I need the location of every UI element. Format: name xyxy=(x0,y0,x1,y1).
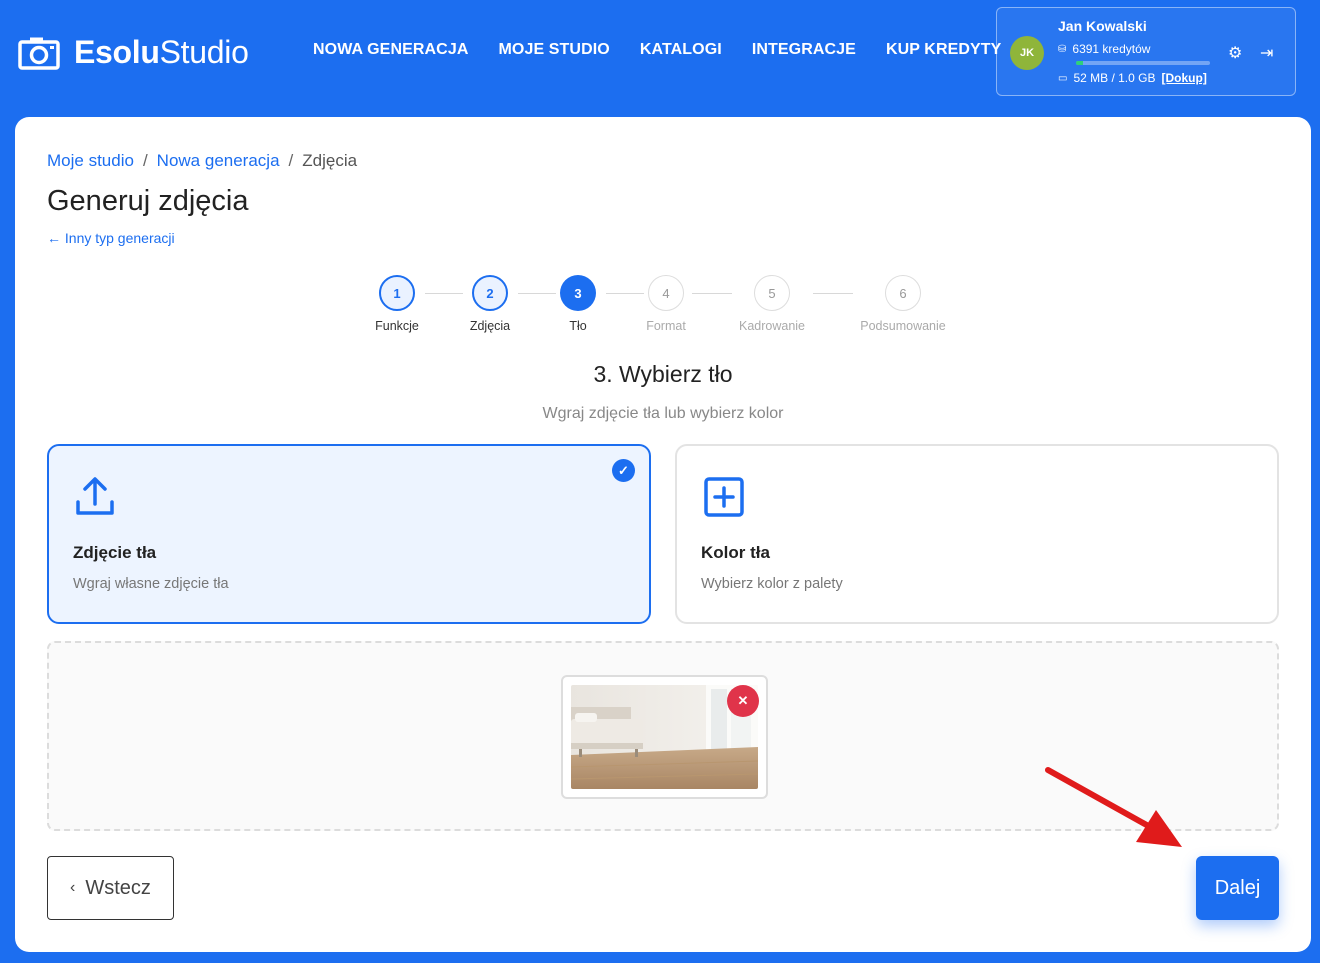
topup-link[interactable]: [Dokup] xyxy=(1162,71,1207,85)
step-2[interactable]: 2 Zdjęcia xyxy=(440,275,540,333)
nav-my-studio[interactable]: MOJE STUDIO xyxy=(499,41,610,59)
avatar[interactable]: JK xyxy=(1010,36,1044,70)
breadcrumb: Moje studio / Nowa generacja / Zdjęcia xyxy=(47,151,357,171)
remove-image-button[interactable]: ✕ xyxy=(727,685,759,717)
option-description: Wgraj własne zdjęcie tła xyxy=(73,576,229,592)
step-label: Kadrowanie xyxy=(738,319,805,333)
credits-value: 6391 kredytów xyxy=(1072,42,1151,56)
brand-name: EsoluStudio xyxy=(74,34,249,70)
breadcrumb-separator: / xyxy=(288,151,294,170)
option-title: Zdjęcie tła xyxy=(73,543,157,562)
nav-buy-credits[interactable]: KUP KREDYTY xyxy=(886,41,1002,59)
section-title: 3. Wybierz tło xyxy=(593,361,733,387)
section-subtitle: Wgraj zdjęcie tła lub wybierz kolor xyxy=(542,405,784,422)
step-number: 5 xyxy=(754,275,790,311)
credits-info: ⛁ 6391 kredytów xyxy=(1058,42,1150,56)
gear-icon[interactable]: ⚙ xyxy=(1228,43,1242,63)
step-number: 4 xyxy=(648,275,684,311)
step-1[interactable]: 1 Funkcje xyxy=(347,275,447,333)
step-5: 5 Kadrowanie xyxy=(722,275,822,333)
step-label: Zdjęcia xyxy=(469,319,511,333)
plus-square-icon xyxy=(701,474,745,523)
user-panel: JK Jan Kowalski ⛁ 6391 kredytów ▭ 52 MB … xyxy=(996,7,1296,96)
nav-integrations[interactable]: INTEGRACJE xyxy=(752,41,856,59)
chevron-left-icon: ‹ xyxy=(70,879,76,896)
storage-bar-fill xyxy=(1076,61,1083,65)
step-number: 6 xyxy=(885,275,921,311)
option-background-photo[interactable]: ✓ Zdjęcie tła Wgraj własne zdjęcie tła xyxy=(47,444,651,624)
next-button-label: Dalej xyxy=(1214,876,1261,899)
top-header: EsoluStudio NOWA GENERACJA MOJE STUDIO K… xyxy=(0,0,1320,105)
option-description: Wybierz kolor z palety xyxy=(701,576,843,592)
step-label: Funkcje xyxy=(375,319,419,333)
storage-value: 52 MB / 1.0 GB xyxy=(1073,71,1156,85)
page-title: Generuj zdjęcia xyxy=(47,185,249,217)
step-3[interactable]: 3 Tło xyxy=(528,275,628,333)
step-number: 1 xyxy=(379,275,415,311)
other-generation-type-link[interactable]: ← Inny typ generacji xyxy=(47,230,175,246)
red-arrow-icon xyxy=(1045,767,1182,847)
logout-icon[interactable]: ⇥ xyxy=(1260,43,1273,63)
step-number: 2 xyxy=(472,275,508,311)
main-nav: NOWA GENERACJA MOJE STUDIO KATALOGI INTE… xyxy=(313,41,1031,59)
drive-icon: ▭ xyxy=(1058,72,1068,84)
upload-icon xyxy=(73,474,117,523)
step-label: Format xyxy=(646,319,686,333)
coins-icon: ⛁ xyxy=(1058,43,1067,55)
user-name: Jan Kowalski xyxy=(1058,18,1147,34)
storage-info: ▭ 52 MB / 1.0 GB [Dokup] xyxy=(1058,71,1207,85)
nav-catalogs[interactable]: KATALOGI xyxy=(640,41,722,59)
step-4: 4 Format xyxy=(616,275,716,333)
breadcrumb-new-generation[interactable]: Nowa generacja xyxy=(157,151,280,171)
step-label: Tło xyxy=(569,319,587,333)
camera-icon xyxy=(18,37,60,70)
check-icon: ✓ xyxy=(612,459,635,482)
option-background-color[interactable]: Kolor tła Wybierz kolor z palety xyxy=(675,444,1279,624)
step-6: 6 Podsumowanie xyxy=(853,275,953,333)
logo[interactable]: EsoluStudio xyxy=(18,34,249,71)
nav-new-generation[interactable]: NOWA GENERACJA xyxy=(313,41,469,59)
breadcrumb-current: Zdjęcia xyxy=(302,151,358,170)
red-arrow-annotation xyxy=(1055,882,1200,962)
back-button-label: Wstecz xyxy=(85,876,151,899)
step-number: 3 xyxy=(560,275,596,311)
next-button[interactable]: Dalej xyxy=(1196,856,1279,920)
uploaded-background-thumbnail: ✕ xyxy=(561,675,768,799)
storage-bar xyxy=(1076,61,1210,65)
step-label: Podsumowanie xyxy=(860,319,946,333)
back-button[interactable]: ‹ Wstecz xyxy=(47,856,174,920)
option-title: Kolor tła xyxy=(701,543,770,562)
breadcrumb-separator: / xyxy=(142,151,148,170)
breadcrumb-my-studio[interactable]: Moje studio xyxy=(47,151,134,171)
